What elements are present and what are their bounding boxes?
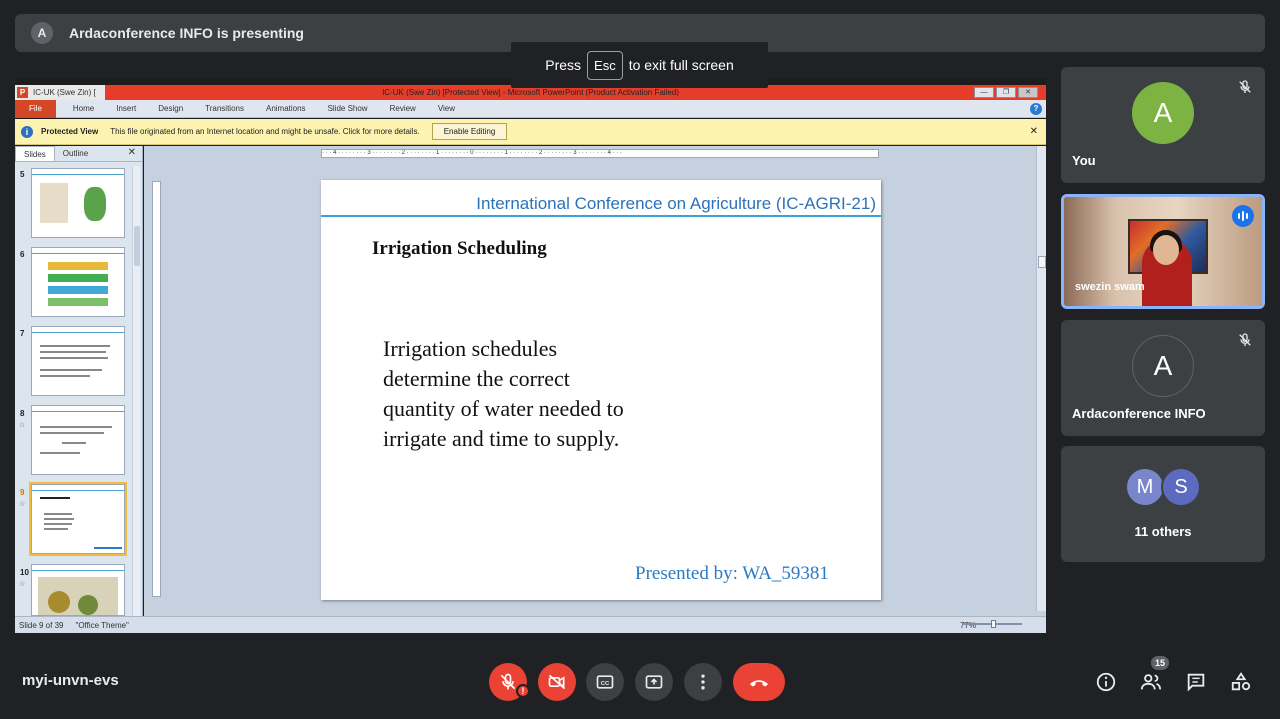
editor-scrollbar[interactable] (1036, 146, 1046, 611)
powerpoint-logo-icon: P (17, 87, 28, 98)
chat-icon (1187, 673, 1205, 692)
star-icon: ☆ (19, 501, 26, 508)
slide-presenter: Presented by: WA_59381 (635, 563, 829, 584)
others-count: 11 others (1134, 524, 1192, 539)
more-options-button[interactable] (684, 663, 722, 701)
ribbon-tab-home[interactable]: Home (73, 104, 94, 113)
ribbon-tab-slide-show[interactable]: Slide Show (328, 104, 368, 113)
ribbon-tabs: File Home Insert Design Transitions Anim… (15, 99, 1046, 118)
chat-button[interactable] (1184, 670, 1208, 694)
protected-view-label: Protected View (41, 127, 99, 136)
close-panel-icon[interactable]: ✕ (122, 146, 142, 161)
panel-scrollbar[interactable] (132, 166, 140, 616)
ribbon-tab-review[interactable]: Review (390, 104, 416, 113)
participant-tile-ardaconference[interactable]: A Ardaconference INFO (1061, 320, 1265, 436)
enable-editing-button[interactable]: Enable Editing (431, 123, 508, 140)
star-icon: ☆ (19, 581, 26, 588)
participant-tile-swezin[interactable]: swezin swam (1061, 194, 1265, 309)
participant-avatar: A (1132, 82, 1194, 144)
tab-outline[interactable]: Outline (55, 146, 96, 161)
svg-text:CC: CC (601, 681, 610, 687)
tab-slides[interactable]: Slides (15, 146, 55, 161)
mic-off-icon (1239, 80, 1251, 93)
protected-view-bar: i Protected View This file originated fr… (15, 119, 1046, 145)
thumbnail-number: 5 (20, 170, 25, 179)
slide-body-text: Irrigation schedules determine the corre… (383, 336, 624, 451)
slide-thumbnail-5[interactable] (31, 168, 125, 238)
participant-name: Ardaconference INFO (1072, 406, 1206, 421)
theme-name: "Office Theme" (75, 620, 129, 630)
presenting-text: Ardaconference INFO is presenting (69, 25, 304, 41)
slide-count: Slide 9 of 39 (19, 620, 64, 630)
thumbnail-number: 6 (20, 250, 25, 259)
slide-thumbnail-9-selected[interactable] (29, 482, 127, 556)
people-button[interactable] (1139, 670, 1163, 694)
slide-thumbnail-6[interactable] (31, 247, 125, 317)
mic-alert-badge: ! (516, 684, 530, 698)
people-icon (1140, 674, 1162, 690)
leave-call-button[interactable] (733, 663, 785, 701)
ribbon-tab-insert[interactable]: Insert (116, 104, 136, 113)
mic-off-icon (500, 673, 516, 690)
captions-icon: CC (596, 675, 614, 689)
thumbnail-number: 8 (20, 409, 25, 418)
mic-off-icon (1239, 333, 1251, 346)
participant-tile-others[interactable]: M S 11 others (1061, 446, 1265, 562)
participant-tile-you[interactable]: A You (1061, 67, 1265, 183)
esc-key: Esc (587, 50, 623, 80)
presenter-avatar: A (31, 22, 53, 44)
shared-screen: IC-UK (Swe Zin) [Protected View] - Micro… (15, 78, 1046, 633)
activities-button[interactable] (1229, 670, 1253, 694)
close-icon[interactable]: ✕ (1030, 126, 1038, 137)
camera-off-icon (548, 674, 566, 690)
captions-button[interactable]: CC (586, 663, 624, 701)
slide-canvas[interactable]: International Conference on Agriculture … (321, 180, 881, 600)
taskbar-tab: P IC-UK (Swe Zin) [ (15, 85, 105, 100)
participant-name: swezin swam (1075, 281, 1145, 293)
info-shield-icon: i (21, 125, 33, 138)
zoom-level: 77% (959, 620, 976, 630)
participant-avatar: A (1132, 335, 1194, 397)
thumbnail-number: 10 (20, 568, 29, 577)
zoom-slider-handle[interactable] (991, 620, 996, 628)
present-now-button[interactable] (635, 663, 673, 701)
participant-name: You (1072, 153, 1096, 168)
protected-view-message[interactable]: This file originated from an Internet lo… (110, 127, 420, 136)
thumbnail-number: 9 (20, 488, 25, 497)
help-icon[interactable]: ? (1030, 103, 1042, 115)
people-count-badge: 15 (1151, 656, 1169, 670)
slide-thumbnail-10[interactable] (31, 564, 125, 616)
slide-header: International Conference on Agriculture … (321, 180, 881, 217)
camera-toggle-button[interactable] (538, 663, 576, 701)
slide-thumbnail-8[interactable] (31, 405, 125, 475)
thumbnail-number: 7 (20, 329, 25, 338)
restore-button[interactable]: ❐ (996, 87, 1016, 98)
slide-header-text: International Conference on Agriculture … (476, 194, 876, 213)
fullscreen-toast: Press Esc to exit full screen (511, 42, 768, 88)
star-icon: ☆ (19, 422, 26, 429)
participant-avatar: S (1161, 467, 1201, 507)
close-window-button[interactable]: ✕ (1018, 87, 1038, 98)
vertical-ruler (152, 181, 161, 597)
meeting-code: myi-unvn-evs (22, 672, 119, 689)
meeting-details-button[interactable] (1094, 670, 1118, 694)
info-icon (1096, 672, 1116, 692)
horizontal-ruler: · · · 4 · · · · · · · · 3 · · · · · · · … (321, 149, 879, 158)
ribbon-tab-file[interactable]: File (15, 99, 56, 118)
ribbon-tab-animations[interactable]: Animations (266, 104, 306, 113)
minimize-button[interactable]: — (974, 87, 994, 98)
activities-icon (1231, 672, 1251, 691)
ribbon-tab-transitions[interactable]: Transitions (205, 104, 244, 113)
ribbon-tab-design[interactable]: Design (158, 104, 183, 113)
more-vert-icon (701, 674, 705, 690)
powerpoint-status-bar: Slide 9 of 39 "Office Theme" 77% (15, 616, 1046, 633)
present-screen-icon (645, 675, 663, 689)
slides-panel: Slides Outline ✕ 5 6 7 8 ☆ 9 ☆ 10 ☆ (15, 146, 143, 616)
slide-title: Irrigation Scheduling (372, 238, 547, 259)
ribbon-tab-view[interactable]: View (438, 104, 455, 113)
participant-avatar: M (1125, 467, 1165, 507)
hang-up-icon (750, 680, 768, 687)
slide-thumbnail-7[interactable] (31, 326, 125, 396)
speaking-indicator-icon (1232, 205, 1254, 227)
